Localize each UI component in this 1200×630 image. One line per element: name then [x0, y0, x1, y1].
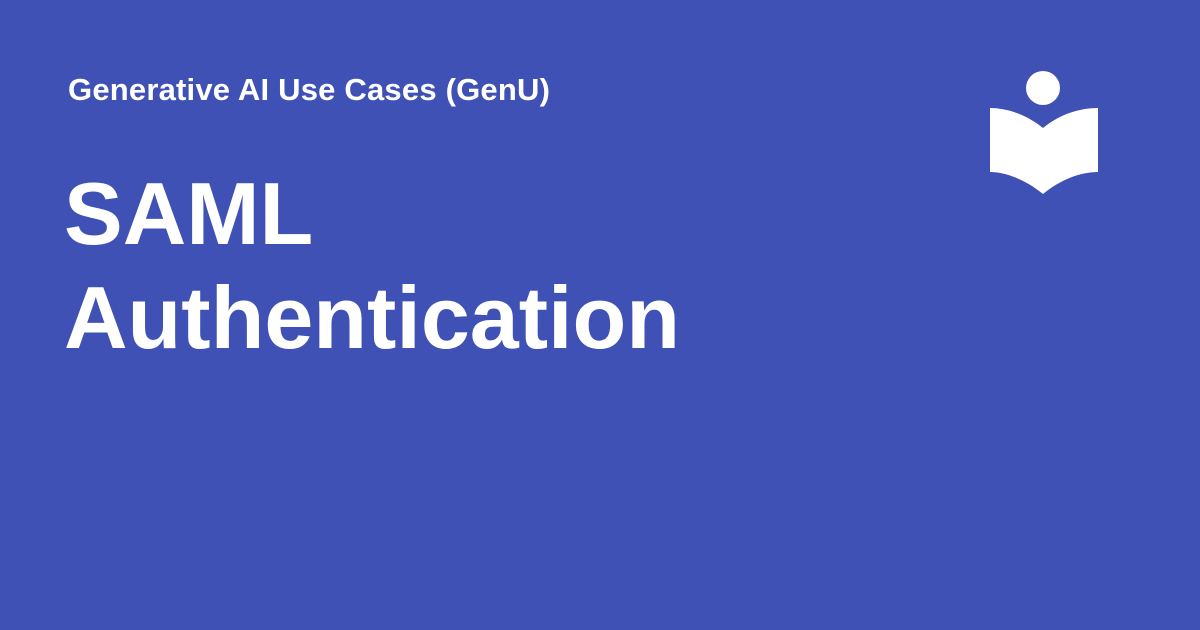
og-card: Generative AI Use Cases (GenU) SAML Auth… — [0, 0, 1200, 630]
page-title-line-2: Authentication — [64, 268, 680, 367]
page-title: SAML Authentication — [64, 162, 924, 370]
page-title-line-1: SAML — [64, 164, 314, 263]
site-name: Generative AI Use Cases (GenU) — [68, 72, 551, 107]
open-book-reader-icon — [990, 71, 1098, 194]
